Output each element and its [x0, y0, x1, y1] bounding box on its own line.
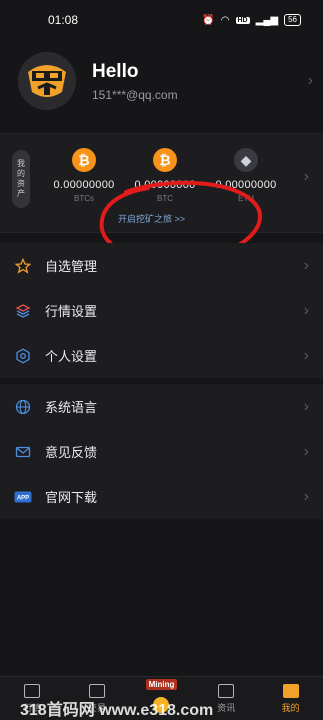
menu-item-personal-settings[interactable]: 个人设置 › [0, 333, 323, 378]
coin-eth[interactable]: ◆ 0.00000000 ETH [206, 148, 286, 203]
bitcoin-icon: ₿ [153, 148, 177, 172]
tab-trade[interactable]: 交易 [65, 677, 130, 720]
chevron-right-icon: › [303, 442, 309, 460]
news-icon [218, 683, 235, 698]
tab-label: 资讯 [217, 702, 236, 713]
alarm-icon: ⏰ [202, 14, 215, 26]
coin-btcs[interactable]: ₿ 0.00000000 BTCs [44, 148, 124, 203]
start-mining-link[interactable]: 开启挖矿之旅 >> [118, 212, 185, 225]
bottom-tab-bar: 行情 交易 Mining 资讯 我的 [0, 676, 323, 720]
menu-item-download[interactable]: APP 官网下载 › [0, 474, 323, 519]
menu-label: 官网下载 [45, 490, 98, 505]
chevron-right-icon: › [303, 301, 309, 319]
coin-balance: 0.00000000 [215, 179, 277, 191]
tab-mining[interactable]: Mining [129, 677, 194, 720]
star-icon [14, 257, 32, 275]
status-time: 01:08 [48, 13, 79, 27]
status-bar: 01:08 ⏰ ◠ HD ▂▄▆ 56 [0, 0, 323, 40]
signal-icon: ▂▄▆ [255, 14, 279, 26]
svg-text:APP: APP [17, 495, 29, 501]
app-download-icon: APP [14, 488, 32, 506]
mail-icon [14, 443, 32, 461]
menu-label: 行情设置 [45, 304, 98, 319]
profile-email: 151***@qq.com [92, 87, 178, 102]
coin-balance: 0.00000000 [134, 179, 196, 191]
chart-line-icon [24, 683, 41, 698]
network-badge: HD [235, 16, 250, 24]
menu-label: 系统语言 [45, 400, 98, 415]
mining-badge: Mining [145, 679, 178, 690]
globe-icon [14, 398, 32, 416]
avatar-mask-icon [18, 52, 76, 110]
status-icons: ⏰ ◠ HD ▂▄▆ 56 [202, 14, 301, 26]
chevron-right-icon: › [303, 256, 309, 274]
chevron-right-icon: › [303, 168, 309, 185]
coin-unit: BTCs [74, 194, 94, 203]
coin-unit: BTC [157, 194, 173, 203]
bar-chart-icon [88, 683, 105, 698]
menu-group-settings: 自选管理 › 行情设置 › 个人设置 › [0, 243, 323, 378]
profile-header[interactable]: Hello 151***@qq.com › [18, 52, 313, 110]
menu-item-favorites[interactable]: 自选管理 › [0, 243, 323, 288]
wifi-icon: ◠ [220, 14, 230, 26]
ethereum-icon: ◆ [234, 148, 258, 172]
menu-label: 个人设置 [45, 349, 98, 364]
menu-group-general: 系统语言 › 意见反馈 › APP 官网下载 › [0, 384, 323, 519]
profile-greeting: Hello [92, 60, 139, 82]
user-icon [282, 683, 299, 698]
tab-market[interactable]: 行情 [0, 677, 65, 720]
hexagon-settings-icon [14, 347, 32, 365]
tab-label: 行情 [23, 702, 42, 713]
layers-icon [14, 302, 32, 320]
tab-label: 我的 [281, 702, 300, 713]
mining-coin-icon [153, 696, 170, 713]
menu-item-language[interactable]: 系统语言 › [0, 384, 323, 429]
chevron-right-icon: › [307, 72, 313, 89]
tab-news[interactable]: 资讯 [194, 677, 259, 720]
battery-indicator: 56 [284, 14, 301, 26]
coin-balance: 0.00000000 [53, 179, 115, 191]
my-assets-tag: 我 的 资 产 [12, 150, 30, 208]
menu-item-market-settings[interactable]: 行情设置 › [0, 288, 323, 333]
chevron-right-icon: › [303, 397, 309, 415]
avatar[interactable] [18, 52, 76, 110]
bitcoin-icon: ₿ [72, 148, 96, 172]
menu-label: 自选管理 [45, 259, 98, 274]
chevron-right-icon: › [303, 346, 309, 364]
assets-card[interactable]: 我 的 资 产 ₿ 0.00000000 BTCs ₿ 0.00000000 B… [0, 133, 323, 233]
coin-btc[interactable]: ₿ 0.00000000 BTC [125, 148, 205, 203]
tab-label: 交易 [87, 702, 106, 713]
menu-label: 意见反馈 [45, 445, 98, 460]
chevron-right-icon: › [303, 487, 309, 505]
menu-item-feedback[interactable]: 意见反馈 › [0, 429, 323, 474]
coin-unit: ETH [238, 194, 254, 203]
tab-me[interactable]: 我的 [258, 677, 323, 720]
